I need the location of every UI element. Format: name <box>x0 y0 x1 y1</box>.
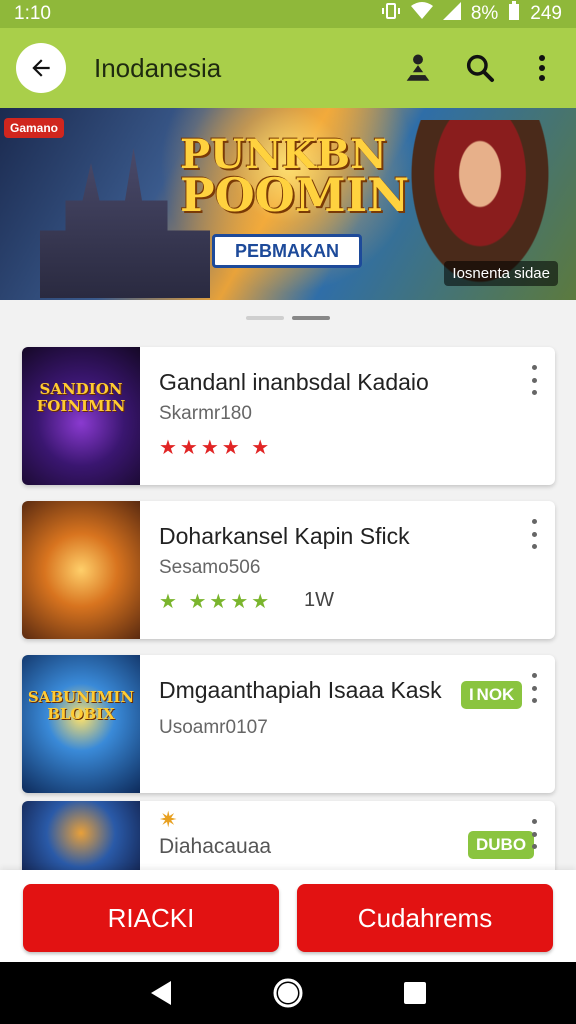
item-more-button[interactable] <box>527 819 541 849</box>
more-options-button[interactable] <box>522 48 562 88</box>
banner-badge: Gamano <box>4 118 65 138</box>
game-thumbnail: SABUNIMIN BLOBIX <box>22 655 140 793</box>
right-action-button[interactable]: Cudahrems <box>297 884 553 952</box>
item-title: Dmgaanthapiah Isaaa Kask <box>159 677 442 703</box>
thumbnail-text: SANDION FOINIMIN <box>36 380 126 415</box>
status-bar: 1:10 8% 249 <box>0 0 576 28</box>
search-icon <box>466 54 494 82</box>
item-more-button[interactable] <box>527 673 541 703</box>
vibrate-icon <box>381 1 401 27</box>
banner-pager <box>0 316 576 322</box>
item-more-button[interactable] <box>527 519 541 549</box>
banner-title-line2: POOMIN <box>180 168 410 222</box>
game-thumbnail: SANDION FOINIMIN <box>22 347 140 485</box>
rating-count: 1W <box>304 589 334 611</box>
back-triangle-icon[interactable] <box>149 980 173 1006</box>
system-nav-bar <box>0 962 576 1024</box>
list-item[interactable]: Doharkansel Kapin Sfick Sesamo506 ★ ★★★★… <box>22 501 555 639</box>
item-subtitle: Sesamo506 <box>159 557 261 578</box>
thumbnail-text: SABUNIMIN BLOBIX <box>27 688 135 723</box>
item-title: Doharkansel Kapin Sfick <box>159 523 410 549</box>
search-button[interactable] <box>460 48 500 88</box>
list-item[interactable]: ✷ Diahacauaa DUBO <box>22 801 555 881</box>
left-action-button[interactable]: RIACKI <box>23 884 279 952</box>
user-button[interactable] <box>398 48 438 88</box>
battery-percent: 8% <box>470 3 499 24</box>
pager-dot[interactable] <box>246 316 284 320</box>
item-subtitle: Diahacauaa <box>159 835 272 858</box>
person-icon <box>406 54 430 81</box>
rating-stars: ★ ★★★★ <box>159 591 273 613</box>
page-title: Inodanesia <box>94 52 222 83</box>
back-button[interactable] <box>16 43 66 93</box>
app-bar: Inodanesia <box>0 28 576 108</box>
item-subtitle: Usoamr0107 <box>159 717 268 738</box>
more-vertical-icon <box>539 55 545 81</box>
rating-stars: ★★★★ ★ <box>159 437 273 459</box>
item-badge: I NOK <box>461 681 523 709</box>
banner-subtitle: PEBMAKAN <box>212 234 362 268</box>
game-thumbnail <box>22 501 140 639</box>
sparkle-icon: ✷ <box>159 807 178 832</box>
item-badge: DUBO <box>468 831 535 859</box>
list-item[interactable]: SABUNIMIN BLOBIX Dmgaanthapiah Isaaa Kas… <box>22 655 555 793</box>
action-bar: RIACKI Cudahrems <box>0 870 576 962</box>
featured-banner[interactable]: Gamano PUNKBN POOMIN PEBMAKAN Iosnenta s… <box>0 108 576 300</box>
game-thumbnail <box>22 801 140 881</box>
list-item[interactable]: SANDION FOINIMIN Gandanl inanbsdal Kadai… <box>22 347 555 485</box>
status-right-time: 249 <box>530 3 562 24</box>
item-subtitle: Skarmr180 <box>159 403 252 424</box>
signal-icon <box>442 2 461 26</box>
wifi-icon <box>410 2 433 26</box>
pager-dot-active[interactable] <box>292 316 330 320</box>
battery-icon <box>508 1 520 27</box>
banner-title: PUNKBN POOMIN <box>180 135 410 222</box>
status-time: 1:10 <box>14 3 51 24</box>
arrow-left-icon <box>32 59 50 77</box>
banner-tag: Iosnenta sidae <box>444 261 558 286</box>
item-more-button[interactable] <box>527 365 541 395</box>
recents-square-icon[interactable] <box>403 981 427 1005</box>
status-icons: 8% 249 <box>381 1 562 27</box>
item-title: Gandanl inanbsdal Kadaio <box>159 369 429 395</box>
home-circle-icon[interactable] <box>272 977 304 1009</box>
